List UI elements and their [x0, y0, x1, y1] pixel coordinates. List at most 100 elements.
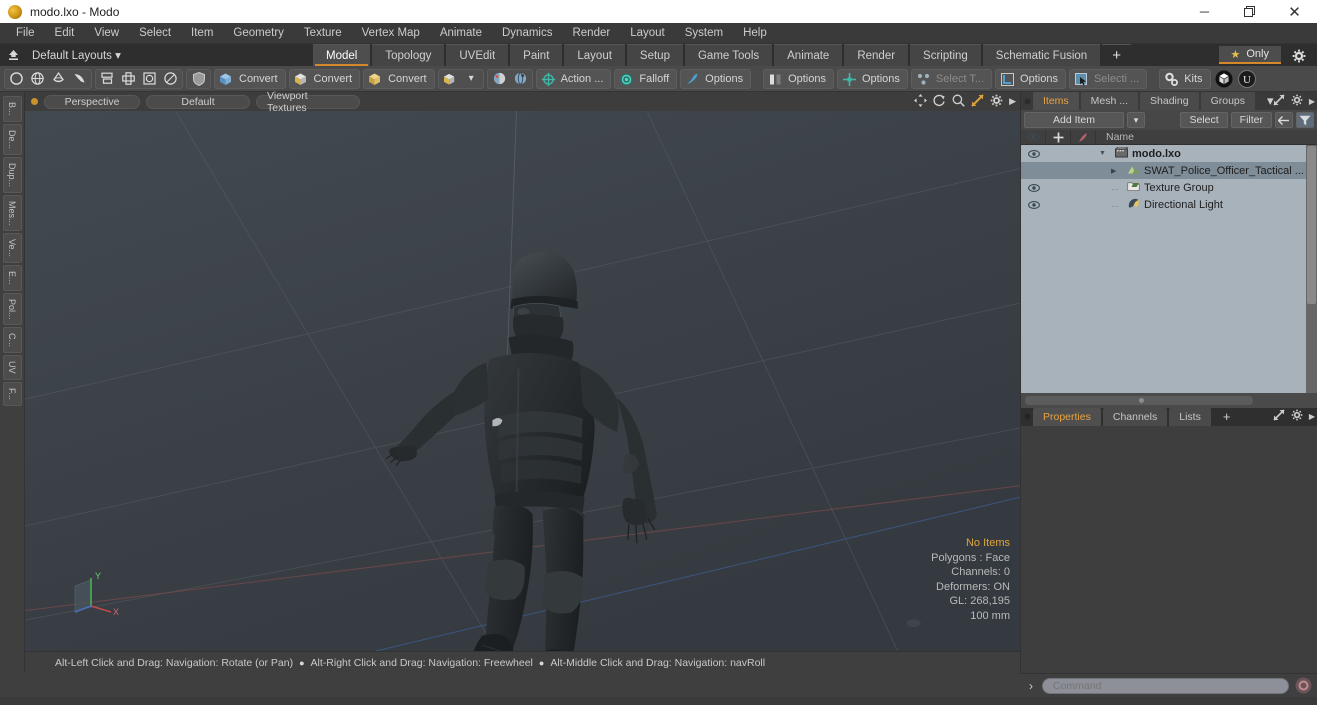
- circle-icon[interactable]: [6, 70, 27, 88]
- viewport-gear-icon[interactable]: [990, 94, 1003, 110]
- chevron-right-icon[interactable]: ▶: [1309, 97, 1315, 106]
- menu-file[interactable]: File: [6, 23, 45, 44]
- properties-add-tab[interactable]: +: [1213, 408, 1241, 426]
- list-item[interactable]: ▼ modo.lxo: [1021, 145, 1317, 162]
- menu-help[interactable]: Help: [733, 23, 777, 44]
- left-tab-uv[interactable]: UV: [2, 355, 22, 380]
- default-layouts-dropdown[interactable]: Default Layouts ▾: [26, 48, 121, 62]
- add-item-dropdown[interactable]: ▾: [1127, 112, 1145, 128]
- paint-sphere-icon[interactable]: [510, 70, 531, 88]
- tool-options-button[interactable]: Options: [680, 68, 752, 89]
- mesh-cross-icon[interactable]: [118, 70, 139, 88]
- symmetry-options-button[interactable]: Options: [763, 68, 834, 89]
- left-tab-edge[interactable]: E...: [2, 265, 22, 291]
- fit-icon[interactable]: [971, 93, 984, 110]
- maximize-button[interactable]: [1227, 0, 1272, 23]
- home-up-icon[interactable]: [0, 44, 26, 66]
- horizontal-scrollbar[interactable]: [1025, 395, 1253, 405]
- left-tab-basic[interactable]: B...: [2, 96, 22, 122]
- shield-icon[interactable]: [188, 70, 209, 88]
- menu-render[interactable]: Render: [562, 23, 620, 44]
- minimize-button[interactable]: ─: [1182, 0, 1227, 23]
- back-arrow-icon[interactable]: [1275, 112, 1293, 128]
- render-flag-icon[interactable]: [1071, 129, 1096, 145]
- command-input[interactable]: [1042, 677, 1289, 694]
- viewport-state-dot[interactable]: [31, 98, 38, 105]
- tab-model[interactable]: Model: [313, 44, 371, 66]
- only-toggle-button[interactable]: ★ Only: [1218, 46, 1281, 64]
- tab-mesh[interactable]: Mesh ...: [1080, 92, 1139, 110]
- sphere-icon[interactable]: [27, 70, 48, 88]
- zoom-icon[interactable]: [952, 94, 965, 110]
- chevron-right-icon[interactable]: ▶: [1309, 412, 1315, 421]
- tab-paint[interactable]: Paint: [510, 44, 563, 66]
- rotate-icon[interactable]: [933, 94, 946, 110]
- row-visibility-toggle[interactable]: [1021, 200, 1046, 209]
- convert-button-2[interactable]: Convert: [288, 68, 361, 89]
- filter-button[interactable]: Filter: [1230, 112, 1272, 128]
- viewport-3d[interactable]: Y X No Items Polygons : Face Channels: 0…: [25, 111, 1020, 651]
- list-item[interactable]: … Texture Group: [1021, 179, 1317, 196]
- unreal-export-icon[interactable]: U: [1237, 69, 1257, 88]
- select-button[interactable]: Select: [1180, 112, 1228, 128]
- tab-animate[interactable]: Animate: [774, 44, 843, 66]
- viewport-arrow-icon[interactable]: ▶: [1009, 96, 1016, 107]
- menu-layout[interactable]: Layout: [620, 23, 675, 44]
- tab-groups[interactable]: Groups: [1200, 92, 1256, 110]
- tab-game-tools[interactable]: Game Tools: [684, 44, 773, 66]
- tree-expander[interactable]: ▼: [1099, 150, 1111, 157]
- viewport-mode-button[interactable]: Perspective: [44, 94, 140, 109]
- expand-icon[interactable]: [1273, 93, 1285, 109]
- menu-dynamics[interactable]: Dynamics: [492, 23, 562, 44]
- tab-channels[interactable]: Channels: [1102, 407, 1168, 426]
- tab-uvedit[interactable]: UVEdit: [446, 44, 509, 66]
- kits-button[interactable]: Kits: [1159, 68, 1211, 89]
- left-tab-curve[interactable]: C...: [2, 327, 22, 354]
- panel-state-dot[interactable]: [1021, 92, 1033, 110]
- menu-edit[interactable]: Edit: [45, 23, 85, 44]
- menu-item[interactable]: Item: [181, 23, 223, 44]
- tab-properties[interactable]: Properties: [1033, 407, 1101, 426]
- convert-button-1[interactable]: Convert: [214, 68, 286, 89]
- left-tab-polygon[interactable]: Pol...: [2, 292, 22, 326]
- mesh-square-icon[interactable]: [139, 70, 160, 88]
- viewport-shading-button[interactable]: Viewport Textures: [256, 90, 360, 114]
- action-center-button[interactable]: Action ...: [535, 68, 612, 89]
- cube-icon[interactable]: [440, 70, 461, 88]
- left-tab-duplicate[interactable]: Dup...: [2, 156, 22, 193]
- cone-icon[interactable]: [48, 70, 69, 88]
- menu-system[interactable]: System: [675, 23, 733, 44]
- tab-render[interactable]: Render: [844, 44, 909, 66]
- left-tab-mesh[interactable]: Mes...: [2, 194, 22, 232]
- expand-icon[interactable]: [1273, 409, 1285, 424]
- tab-items[interactable]: Items: [1033, 92, 1079, 110]
- left-tab-fusion[interactable]: F...: [2, 381, 22, 406]
- tab-schematic-fusion[interactable]: Schematic Fusion: [982, 44, 1101, 66]
- list-item[interactable]: ▶ SWAT_Police_Officer_Tactical ...: [1021, 162, 1317, 179]
- chevron-down-icon[interactable]: ▾: [461, 70, 482, 88]
- move-lock-icon[interactable]: [1046, 129, 1071, 145]
- menu-texture[interactable]: Texture: [294, 23, 352, 44]
- properties-state-dot[interactable]: [1021, 408, 1033, 426]
- tab-scripting[interactable]: Scripting: [910, 44, 981, 66]
- mesh-stack-icon[interactable]: [97, 70, 118, 88]
- convert-button-3[interactable]: Convert: [363, 68, 435, 89]
- gear-icon[interactable]: [1291, 409, 1303, 424]
- select-through-button[interactable]: Select T...: [910, 68, 993, 89]
- workplane-options-button[interactable]: Options: [995, 68, 1066, 89]
- tab-setup[interactable]: Setup: [626, 44, 683, 66]
- menu-geometry[interactable]: Geometry: [223, 23, 294, 44]
- row-visibility-toggle[interactable]: [1021, 183, 1046, 192]
- add-tab-button[interactable]: +: [1102, 44, 1131, 66]
- mesh-oval-icon[interactable]: [160, 70, 181, 88]
- menu-vertex-map[interactable]: Vertex Map: [352, 23, 430, 44]
- snap-options-button[interactable]: Options: [837, 68, 908, 89]
- menu-animate[interactable]: Animate: [430, 23, 492, 44]
- tab-lists[interactable]: Lists: [1169, 407, 1211, 426]
- items-list-scrollbar[interactable]: [1306, 145, 1317, 393]
- pen-icon[interactable]: [69, 70, 90, 88]
- eye-icon[interactable]: [1021, 129, 1046, 145]
- left-tab-vertex[interactable]: Ve...: [2, 233, 22, 264]
- funnel-icon[interactable]: [1296, 112, 1314, 128]
- properties-content[interactable]: [1021, 425, 1317, 673]
